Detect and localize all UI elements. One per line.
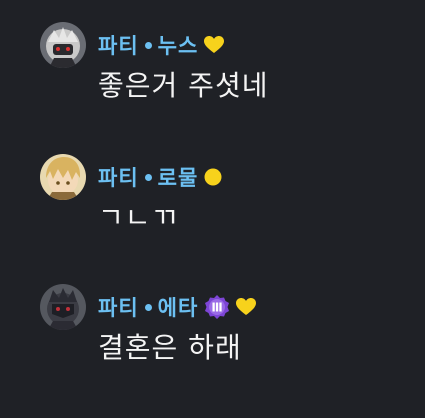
sender-row: 파티 로물: [98, 162, 222, 192]
avatar-image: [40, 284, 86, 330]
chat-message: 파티 누스 좋은거 주셧네: [40, 22, 410, 102]
avatar-image: [40, 154, 86, 200]
avatar[interactable]: [40, 22, 86, 68]
avatar[interactable]: [40, 154, 86, 200]
nickname[interactable]: 누스: [158, 30, 199, 60]
chat-message: 파티 로물 ㄱㄴㄲ: [40, 154, 410, 234]
party-label[interactable]: 파티: [98, 30, 139, 60]
party-label[interactable]: 파티: [98, 292, 139, 322]
message-text: 결혼은 하래: [98, 331, 242, 364]
separator-dot: [144, 41, 152, 49]
sender-row: 파티 누스: [98, 30, 225, 60]
message-text: 좋은거 주셧네: [98, 69, 269, 102]
nickname[interactable]: 에타: [158, 292, 199, 322]
sender-row: 파티 에타 Ⅲ: [98, 292, 257, 322]
chat-message: 파티 에타 Ⅲ 결혼은 하래: [40, 284, 410, 364]
purple-roman-three-badge-icon: Ⅲ: [204, 294, 230, 320]
message-text: ㄱㄴㄲ: [98, 201, 179, 234]
yellow-heart-icon: [236, 298, 257, 316]
avatar-image: [40, 22, 86, 68]
yellow-heart-icon: [204, 36, 225, 54]
party-label[interactable]: 파티: [98, 162, 139, 192]
separator-dot: [144, 303, 152, 311]
separator-dot: [144, 173, 152, 181]
chat-log: 파티 누스 좋은거 주셧네 파티 로물 ㄱㄴㄲ 파티 에타 Ⅲ 결혼은 하래: [0, 0, 425, 418]
nickname[interactable]: 로물: [158, 162, 199, 192]
badge-text: Ⅲ: [212, 301, 223, 315]
avatar[interactable]: [40, 284, 86, 330]
yellow-circle-icon: [204, 168, 222, 186]
